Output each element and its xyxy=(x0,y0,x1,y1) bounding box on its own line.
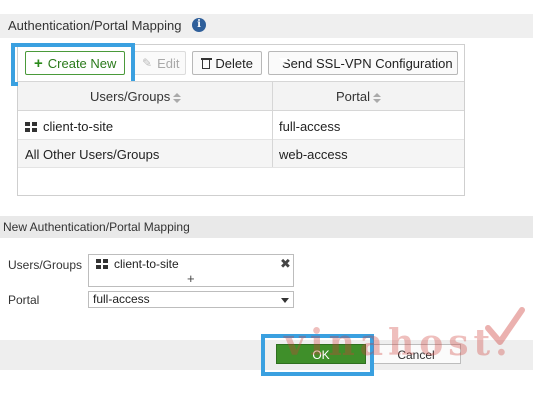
edit-label: Edit xyxy=(157,55,180,71)
portal-label: Portal xyxy=(8,293,40,307)
new-mapping-section-title: New Authentication/Portal Mapping xyxy=(3,220,190,234)
edit-button[interactable]: ✎ Edit xyxy=(133,51,186,75)
watermark-logo: vinahost. xyxy=(284,322,513,364)
trash-icon xyxy=(201,57,213,69)
selected-group-tag[interactable]: client-to-site xyxy=(96,257,179,271)
portal-select-value: full-access xyxy=(93,292,150,306)
add-entry-icon[interactable]: + xyxy=(187,271,195,286)
pencil-icon: ✎ xyxy=(142,56,153,70)
user-group-icon xyxy=(25,122,37,133)
users-groups-label: Users/Groups xyxy=(8,258,83,272)
chevron-down-icon[interactable] xyxy=(281,298,289,303)
sort-icon[interactable] xyxy=(173,92,182,103)
send-ssl-vpn-label: Send SSL-VPN Configuration xyxy=(282,55,453,71)
table-header xyxy=(18,81,464,111)
table-cell-users: client-to-site xyxy=(25,119,113,134)
table-cell-portal: web-access xyxy=(279,147,348,162)
sort-icon[interactable] xyxy=(372,92,381,103)
remove-icon[interactable]: ✖ xyxy=(280,256,291,272)
delete-button[interactable]: Delete xyxy=(192,51,262,75)
delete-label: Delete xyxy=(215,55,253,71)
mapping-section-title: Authentication/Portal Mapping xyxy=(8,18,182,33)
column-divider xyxy=(272,82,273,167)
create-new-highlight xyxy=(11,43,135,86)
column-header-portal[interactable]: Portal xyxy=(336,89,381,104)
info-icon[interactable]: i xyxy=(192,18,206,32)
table-cell-users: All Other Users/Groups xyxy=(25,147,160,162)
table-cell-portal: full-access xyxy=(279,119,341,134)
watermark-check-icon xyxy=(485,307,525,345)
column-header-users-groups[interactable]: Users/Groups xyxy=(90,89,182,104)
user-group-icon xyxy=(96,259,108,270)
send-ssl-vpn-config-button[interactable]: Send SSL-VPN Configuration xyxy=(268,51,458,75)
